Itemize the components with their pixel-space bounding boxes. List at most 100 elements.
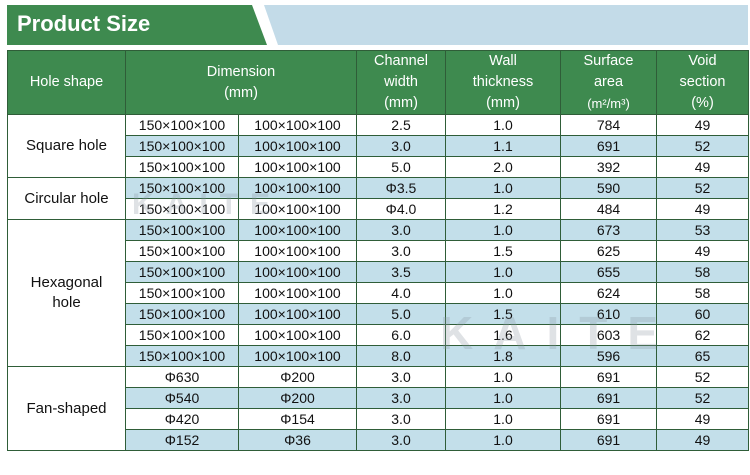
page-title: Product Size [17,11,151,36]
channel-width-cell: 3.0 [356,408,446,430]
dimension-outer-cell: 150×100×100 [125,345,239,367]
dimension-inner-cell: 100×100×100 [238,198,357,220]
hole-shape-cell: Square hole [7,114,126,178]
channel-width-cell: 3.0 [356,240,446,262]
table-row: Hexagonal hole 150×100×100 100×100×100 3.0 1… [7,219,749,367]
surface-area-cell: 610 [560,303,657,325]
channel-width-cell: 3.0 [356,387,446,409]
channel-width-cell: 3.0 [356,429,446,451]
channel-width-cell: 5.0 [356,156,446,178]
void-section-cell: 49 [656,198,749,220]
channel-width-cell: 3.0 [356,135,446,157]
wall-thickness-cell: 1.6 [445,324,561,346]
surface-area-cell: 691 [560,135,657,157]
wall-thickness-cell: 1.0 [445,282,561,304]
dimension-outer-cell: Φ152 [125,429,239,451]
dimension-outer-cell: Φ540 [125,387,239,409]
surface-area-cell: 691 [560,366,657,388]
void-section-cell: 52 [656,135,749,157]
dimension-outer-cell: 150×100×100 [125,177,239,199]
dimension-outer-cell: 150×100×100 [125,303,239,325]
wall-thickness-cell: 1.5 [445,240,561,262]
void-section-cell: 62 [656,324,749,346]
void-section-cell: 49 [656,408,749,430]
wall-thickness-cell: 1.8 [445,345,561,367]
channel-width-cell: 4.0 [356,282,446,304]
void-section-cell: 65 [656,345,749,367]
surface-area-cell: 392 [560,156,657,178]
dimension-inner-cell: Φ200 [238,366,357,388]
dimension-inner-cell: 100×100×100 [238,156,357,178]
wall-thickness-cell: 1.0 [445,429,561,451]
void-section-cell: 60 [656,303,749,325]
header-void-section: Void section (%) [656,50,749,115]
surface-area-cell: 691 [560,429,657,451]
surface-area-cell: 624 [560,282,657,304]
surface-area-cell: 596 [560,345,657,367]
surface-area-cell: 691 [560,387,657,409]
dimension-outer-cell: 150×100×100 [125,135,239,157]
wall-thickness-cell: 1.0 [445,366,561,388]
surface-area-cell: 691 [560,408,657,430]
void-section-cell: 49 [656,156,749,178]
table-row: Circular hole 150×100×100 100×100×100 Φ3.5 1… [7,177,749,220]
hole-shape-cell: Hexagonal hole [7,219,126,367]
dimension-outer-cell: 150×100×100 [125,198,239,220]
table-body: Square hole 150×100×100 100×100×100 2.5 1.0 7… [7,114,749,451]
dimension-inner-cell: 100×100×100 [238,135,357,157]
header-dimension: Dimension (mm) [125,50,357,115]
void-section-cell: 52 [656,366,749,388]
dimension-inner-cell: 100×100×100 [238,303,357,325]
dimension-inner-cell: 100×100×100 [238,240,357,262]
dimension-inner-cell: Φ36 [238,429,357,451]
void-section-cell: 52 [656,387,749,409]
header-wall-thickness: Wall thickness (mm) [445,50,561,115]
wall-thickness-cell: 1.2 [445,198,561,220]
void-section-cell: 58 [656,282,749,304]
channel-width-cell: Φ3.5 [356,177,446,199]
dimension-outer-cell: 150×100×100 [125,282,239,304]
wall-thickness-cell: 1.0 [445,219,561,241]
wall-thickness-cell: 1.0 [445,261,561,283]
dimension-inner-cell: 100×100×100 [238,345,357,367]
table-header-row: Hole shape Dimension (mm) Channel width … [7,50,749,115]
void-section-cell: 49 [656,114,749,136]
hole-shape-cell: Circular hole [7,177,126,220]
header-surface-area: Surface area (m²/m³) [560,50,657,115]
dimension-inner-cell: 100×100×100 [238,114,357,136]
dimension-inner-cell: Φ200 [238,387,357,409]
surface-area-cell: 484 [560,198,657,220]
void-section-cell: 58 [656,261,749,283]
dimension-outer-cell: 150×100×100 [125,261,239,283]
channel-width-cell: 3.0 [356,366,446,388]
dimension-outer-cell: 150×100×100 [125,114,239,136]
wall-thickness-cell: 1.0 [445,408,561,430]
dimension-inner-cell: 100×100×100 [238,261,357,283]
dimension-outer-cell: 150×100×100 [125,156,239,178]
title-banner: Product Size [7,5,748,45]
channel-width-cell: 5.0 [356,303,446,325]
void-section-cell: 49 [656,429,749,451]
table-row: Square hole 150×100×100 100×100×100 2.5 1.0 7… [7,114,749,178]
wall-thickness-cell: 1.5 [445,303,561,325]
wall-thickness-cell: 1.1 [445,135,561,157]
surface-area-cell: 673 [560,219,657,241]
header-surface-area-label: Surface area [583,53,634,90]
channel-width-cell: 3.5 [356,261,446,283]
dimension-outer-cell: 150×100×100 [125,219,239,241]
dimension-inner-cell: 100×100×100 [238,324,357,346]
product-size-table: Hole shape Dimension (mm) Channel width … [7,50,749,451]
header-hole-shape: Hole shape [7,50,126,115]
channel-width-cell: Φ4.0 [356,198,446,220]
dimension-outer-cell: 150×100×100 [125,240,239,262]
surface-area-cell: 603 [560,324,657,346]
dimension-outer-cell: Φ420 [125,408,239,430]
channel-width-cell: 2.5 [356,114,446,136]
surface-area-cell: 784 [560,114,657,136]
hole-shape-cell: Fan-shaped [7,366,126,451]
header-channel-width: Channel width (mm) [356,50,446,115]
channel-width-cell: 6.0 [356,324,446,346]
void-section-cell: 49 [656,240,749,262]
surface-area-cell: 625 [560,240,657,262]
dimension-inner-cell: Φ154 [238,408,357,430]
